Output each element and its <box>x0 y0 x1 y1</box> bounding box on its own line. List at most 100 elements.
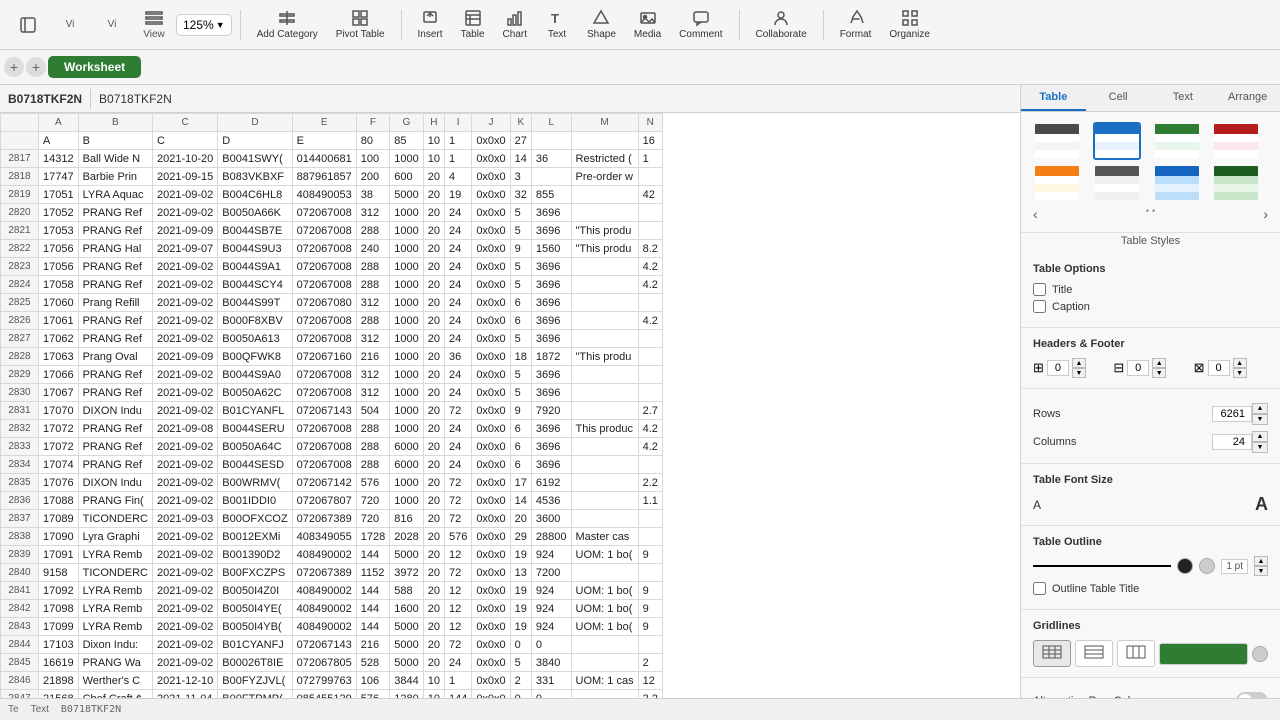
font-increase-btn[interactable]: A <box>1255 494 1268 515</box>
table-cell[interactable]: 3696 <box>531 222 571 240</box>
table-cell[interactable]: 9158 <box>39 564 79 582</box>
table-cell[interactable]: 2021-09-02 <box>152 618 217 636</box>
table-cell[interactable]: 100 <box>356 150 389 168</box>
style-swatch-4[interactable] <box>1212 122 1260 160</box>
table-cell[interactable]: 20 <box>423 582 444 600</box>
table-cell[interactable]: 17747 <box>39 168 79 186</box>
table-cell[interactable]: 924 <box>531 546 571 564</box>
table-cell[interactable]: 17090 <box>39 528 79 546</box>
table-cell[interactable]: LYRA Remb <box>78 600 152 618</box>
table-cell[interactable] <box>571 258 638 276</box>
table-cell[interactable]: 13 <box>510 564 531 582</box>
table-container[interactable]: A B C D E F G H I J K L M N <box>0 113 1020 698</box>
table-cell[interactable]: 288 <box>356 222 389 240</box>
table-cell[interactable]: B0044SESD <box>218 456 292 474</box>
table-cell[interactable]: 5000 <box>390 546 423 564</box>
table-cell[interactable]: C <box>152 132 217 150</box>
table-cell[interactable]: B0050A613 <box>218 330 292 348</box>
style-swatch-6[interactable] <box>1093 164 1141 202</box>
table-cell[interactable]: 2021-09-08 <box>152 420 217 438</box>
table-cell[interactable]: 17061 <box>39 312 79 330</box>
table-cell[interactable]: 16619 <box>39 654 79 672</box>
table-cell[interactable]: 0x0x0 <box>472 492 510 510</box>
table-cell[interactable]: 2 <box>510 672 531 690</box>
style-swatch-3[interactable] <box>1153 122 1201 160</box>
table-cell[interactable]: 36 <box>444 348 471 366</box>
table-cell[interactable]: 4.2 <box>638 276 662 294</box>
table-cell[interactable]: PRANG Fin( <box>78 492 152 510</box>
table-cell[interactable]: D <box>218 132 292 150</box>
table-cell[interactable]: 0x0x0 <box>472 294 510 312</box>
table-cell[interactable]: LYRA Aquac <box>78 186 152 204</box>
table-cell[interactable]: Chef Craft ¢ <box>78 690 152 699</box>
table-cell[interactable]: 3696 <box>531 384 571 402</box>
table-cell[interactable] <box>638 348 662 366</box>
table-cell[interactable]: 1000 <box>390 276 423 294</box>
table-cell[interactable]: Restricted ( <box>571 150 638 168</box>
table-cell[interactable]: UOM: 1 cas <box>571 672 638 690</box>
table-cell[interactable] <box>571 438 638 456</box>
table-cell[interactable]: 2021-09-02 <box>152 402 217 420</box>
table-cell[interactable]: 2021-09-09 <box>152 348 217 366</box>
table-cell[interactable]: 2021-09-02 <box>152 546 217 564</box>
table-cell[interactable]: B083VKBXF <box>218 168 292 186</box>
table-cell[interactable]: 0x0x0 <box>472 582 510 600</box>
table-cell[interactable]: 6192 <box>531 474 571 492</box>
table-cell[interactable]: 3696 <box>531 204 571 222</box>
outline-color-gray[interactable] <box>1199 558 1215 574</box>
table-cell[interactable]: B0044S9A0 <box>218 366 292 384</box>
table-cell[interactable]: 42 <box>638 186 662 204</box>
table-btn[interactable]: Table <box>453 5 493 44</box>
table-cell[interactable]: 2 <box>638 654 662 672</box>
table-cell[interactable]: 014400681 <box>292 150 356 168</box>
table-cell[interactable]: 720 <box>356 492 389 510</box>
table-cell[interactable]: B00FXCZPS <box>218 564 292 582</box>
table-cell[interactable]: 0x0x0 <box>472 510 510 528</box>
table-cell[interactable]: 924 <box>531 618 571 636</box>
table-cell[interactable]: 2021-09-02 <box>152 654 217 672</box>
table-cell[interactable]: 312 <box>356 330 389 348</box>
table-cell[interactable]: 20 <box>423 600 444 618</box>
table-cell[interactable]: 1000 <box>390 492 423 510</box>
cols-up-btn[interactable]: ▲ <box>1252 431 1268 442</box>
table-cell[interactable]: 9 <box>638 546 662 564</box>
table-cell[interactable]: 20 <box>423 402 444 420</box>
table-cell[interactable]: 1000 <box>390 420 423 438</box>
table-cell[interactable]: 3696 <box>531 438 571 456</box>
table-cell[interactable]: 24 <box>444 366 471 384</box>
table-cell[interactable]: 2021-09-02 <box>152 330 217 348</box>
table-cell[interactable]: 1 <box>638 150 662 168</box>
table-cell[interactable]: 576 <box>444 528 471 546</box>
table-cell[interactable]: 3600 <box>531 510 571 528</box>
table-cell[interactable]: 0x0x0 <box>472 636 510 654</box>
outline-pt-up[interactable]: ▲ <box>1254 556 1268 566</box>
add-sheet-btn[interactable]: + <box>4 57 24 77</box>
table-cell[interactable]: 1000 <box>390 204 423 222</box>
table-cell[interactable]: 3696 <box>531 312 571 330</box>
table-cell[interactable]: 1000 <box>390 222 423 240</box>
table-cell[interactable]: 17058 <box>39 276 79 294</box>
rows-up-btn[interactable]: ▲ <box>1252 403 1268 414</box>
table-cell[interactable]: 20 <box>510 510 531 528</box>
table-cell[interactable]: 4 <box>444 168 471 186</box>
table-cell[interactable]: 17070 <box>39 402 79 420</box>
table-cell[interactable] <box>571 312 638 330</box>
table-cell[interactable]: 20 <box>423 510 444 528</box>
table-cell[interactable]: 072067008 <box>292 312 356 330</box>
table-cell[interactable]: 3696 <box>531 294 571 312</box>
table-cell[interactable] <box>638 456 662 474</box>
table-cell[interactable]: 0x0x0 <box>472 366 510 384</box>
table-cell[interactable]: 072067807 <box>292 492 356 510</box>
table-cell[interactable] <box>638 510 662 528</box>
table-cell[interactable]: 2021-09-02 <box>152 276 217 294</box>
table-cell[interactable]: 0x0x0 <box>472 672 510 690</box>
table-cell[interactable]: 072067008 <box>292 366 356 384</box>
table-cell[interactable]: 24 <box>444 654 471 672</box>
table-cell[interactable]: 6 <box>510 294 531 312</box>
table-cell[interactable]: 0x0x0 <box>472 348 510 366</box>
table-cell[interactable]: 331 <box>531 672 571 690</box>
table-cell[interactable]: 24 <box>444 438 471 456</box>
table-cell[interactable]: 576 <box>356 690 389 699</box>
table-cell[interactable]: 2028 <box>390 528 423 546</box>
table-cell[interactable]: 2021-09-09 <box>152 222 217 240</box>
